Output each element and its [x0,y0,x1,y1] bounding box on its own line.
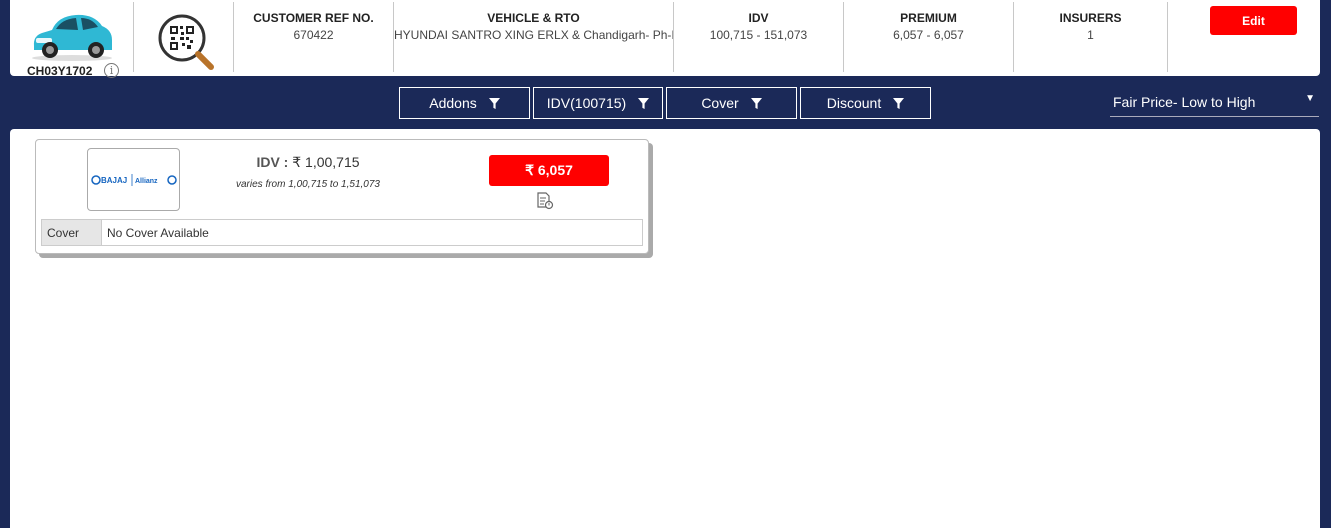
customer-ref-col: CUSTOMER REF No. 670422 [234,2,394,72]
quote-idv-range: varies from 1,00,715 to 1,51,073 [236,179,380,190]
cover-label: Cover [42,220,102,245]
filter-icon [488,97,500,109]
buy-premium-button[interactable]: ₹ 6,057 [489,155,609,186]
quote-card: BAJAJ Allianz IDV : ₹ 1,00,715 varies fr… [35,139,649,254]
quote-idv: IDV : ₹ 1,00,715 [232,154,384,171]
insurers-col: INSURERS 1 [1014,2,1168,72]
car-icon [32,14,112,61]
filter-addons-label: Addons [429,95,477,111]
bajaj-allianz-logo: BAJAJ Allianz [90,173,177,186]
customer-ref-label: CUSTOMER REF No. [253,11,374,25]
vehicle-plate: CH03Y1702 [27,64,93,78]
premium-col: PREMIUM 6,057 - 6,057 [844,2,1014,72]
filter-idv-button[interactable]: IDV(100715) [533,87,663,119]
cover-row: Cover No Cover Available [41,219,643,246]
qr-panel [134,2,234,72]
vehicle-rto-col: VEHICLE & RTO HYUNDAI SANTRO XING ERLX &… [394,2,674,72]
filter-cover-button[interactable]: Cover [666,87,797,119]
sort-select[interactable]: Fair Price- Low to High ▼ [1110,88,1319,117]
info-icon[interactable]: i [104,63,119,78]
filter-discount-label: Discount [826,95,882,111]
vehicle-rto-label: VEHICLE & RTO [487,11,580,25]
filter-cover-label: Cover [701,95,739,111]
results-panel: BAJAJ Allianz IDV : ₹ 1,00,715 varies fr… [10,129,1320,528]
sort-selected-label: Fair Price- Low to High [1113,94,1256,110]
filter-idv-label: IDV(100715) [546,95,627,111]
idv-label: IDV [748,11,769,25]
insurers-label: INSURERS [1059,11,1122,25]
vehicle-rto-value: HYUNDAI SANTRO XING ERLX & Chandigarh- P… [394,28,673,42]
idv-value: 100,715 - 151,073 [709,28,808,42]
idv-col: IDV 100,715 - 151,073 [674,2,844,72]
svg-text:BAJAJ: BAJAJ [101,176,127,185]
quote-idv-label: IDV : [256,154,289,170]
filter-icon [750,97,762,109]
cover-value: No Cover Available [107,226,209,240]
premium-value: 6,057 - 6,057 [893,28,964,42]
filter-icon [638,97,650,109]
policy-document-icon[interactable] [536,192,554,210]
header-summary: CH03Y1702 i CUSTOMER REF No. 670422 VEHI… [10,0,1320,78]
chevron-down-icon: ▼ [1305,93,1315,104]
svg-text:Allianz: Allianz [135,178,158,185]
filter-addons-button[interactable]: Addons [399,87,530,119]
insurers-value: 1 [1087,28,1094,42]
vehicle-panel: CH03Y1702 i [10,2,134,78]
quote-idv-value: ₹ 1,00,715 [292,154,360,170]
edit-button[interactable]: Edit [1210,6,1297,35]
filter-discount-button[interactable]: Discount [800,87,931,119]
qr-search-icon[interactable] [156,12,216,72]
insurer-logo: BAJAJ Allianz [87,148,180,211]
premium-label: PREMIUM [900,11,957,25]
filter-icon [893,97,905,109]
customer-ref-value: 670422 [293,28,334,42]
